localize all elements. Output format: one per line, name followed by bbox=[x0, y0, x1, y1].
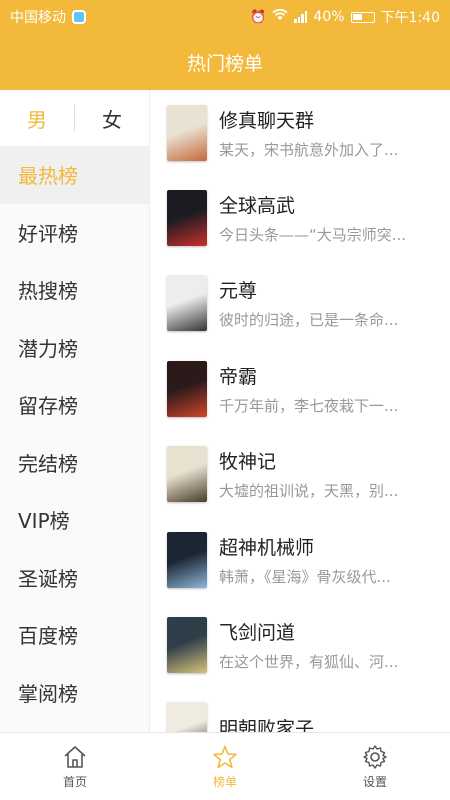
book-description: 在这个世界，有狐仙、河... bbox=[219, 653, 399, 672]
book-description: 彼时的归途，已是一条命... bbox=[219, 311, 399, 330]
status-time: 下午1:40 bbox=[380, 10, 440, 26]
book-cover bbox=[167, 702, 207, 732]
book-cover bbox=[167, 190, 207, 247]
nav-home[interactable]: 首页 bbox=[0, 733, 150, 800]
book-title: 帝霸 bbox=[219, 365, 258, 388]
sidebar-item-hot-search[interactable]: 热搜榜 bbox=[0, 261, 149, 319]
book-row[interactable]: 帝霸千万年前，李七夜栽下一... bbox=[151, 346, 450, 431]
status-right: ⏰ 40% 下午1:40 bbox=[250, 7, 440, 27]
carrier-label: 中国移动 bbox=[10, 10, 66, 26]
book-description: 今日头条——“大马宗师突... bbox=[219, 226, 407, 245]
book-cover bbox=[167, 531, 207, 588]
book-row[interactable]: 超神机械师韩萧，《星海》骨灰级代... bbox=[151, 517, 450, 602]
category-sidebar: 男 女 最热榜 好评榜 热搜榜 潜力榜 留存榜 完结榜 VIP榜 圣诞榜 百度榜… bbox=[0, 90, 150, 732]
sidebar-item-vip[interactable]: VIP榜 bbox=[0, 491, 149, 549]
book-row[interactable]: 元尊彼时的归途，已是一条命... bbox=[151, 261, 450, 346]
battery-icon bbox=[350, 11, 375, 23]
nav-home-label: 首页 bbox=[62, 774, 87, 789]
book-info: 牧神记大墟的祖训说，天黑，别... bbox=[219, 447, 450, 501]
tab-male[interactable]: 男 bbox=[0, 104, 74, 133]
notification-icon bbox=[72, 10, 86, 24]
header: 热门榜单 bbox=[0, 34, 450, 90]
book-description: 大墟的祖训说，天黑，别... bbox=[219, 482, 399, 501]
book-cover bbox=[167, 275, 207, 332]
gear-icon bbox=[363, 744, 387, 769]
gender-tabs: 男 女 bbox=[0, 90, 149, 146]
book-row[interactable]: 牧神记大墟的祖训说，天黑，别... bbox=[151, 432, 450, 517]
sidebar-item-potential[interactable]: 潜力榜 bbox=[0, 319, 149, 377]
book-description: 千万年前，李七夜栽下一... bbox=[219, 396, 399, 415]
book-info: 帝霸千万年前，李七夜栽下一... bbox=[219, 362, 450, 416]
book-info: 修真聊天群某天，宋书航意外加入了... bbox=[219, 106, 450, 160]
book-title: 全球高武 bbox=[219, 195, 296, 218]
bottom-nav: 首页 榜单 设置 bbox=[0, 732, 450, 800]
book-title: 元尊 bbox=[219, 280, 258, 303]
status-left: 中国移动 bbox=[10, 7, 86, 27]
page-title: 热门榜单 bbox=[186, 52, 263, 75]
sidebar-item-good-reviews[interactable]: 好评榜 bbox=[0, 204, 149, 262]
nav-rankings[interactable]: 榜单 bbox=[150, 733, 300, 800]
book-info: 元尊彼时的归途，已是一条命... bbox=[219, 276, 450, 330]
book-cover bbox=[167, 360, 207, 417]
book-info: 明朝败家子 bbox=[219, 714, 450, 732]
sidebar-item-retention[interactable]: 留存榜 bbox=[0, 376, 149, 434]
star-icon bbox=[213, 745, 237, 768]
book-cover bbox=[167, 446, 207, 503]
book-row[interactable]: 全球高武今日头条——“大马宗师突... bbox=[151, 175, 450, 260]
nav-settings-label: 设置 bbox=[362, 774, 387, 789]
book-row[interactable]: 明朝败家子 bbox=[151, 688, 450, 732]
sidebar-item-zhangyue[interactable]: 掌阅榜 bbox=[0, 664, 149, 722]
book-title: 牧神记 bbox=[219, 451, 277, 474]
sidebar-item-baidu[interactable]: 百度榜 bbox=[0, 606, 149, 664]
alarm-icon: ⏰ bbox=[250, 9, 267, 25]
book-info: 飞剑问道在这个世界，有狐仙、河... bbox=[219, 618, 450, 672]
nav-rankings-label: 榜单 bbox=[212, 774, 237, 789]
book-title: 飞剑问道 bbox=[219, 622, 296, 645]
status-bar: 中国移动 ⏰ 40% 下午1:40 bbox=[0, 0, 450, 34]
book-info: 全球高武今日头条——“大马宗师突... bbox=[219, 191, 450, 245]
tab-female[interactable]: 女 bbox=[75, 104, 149, 133]
book-description: 韩萧，《星海》骨灰级代... bbox=[219, 567, 391, 586]
book-title: 明朝败家子 bbox=[219, 717, 315, 732]
sidebar-item-christmas[interactable]: 圣诞榜 bbox=[0, 549, 149, 607]
book-title: 修真聊天群 bbox=[219, 109, 315, 132]
signal-icon bbox=[294, 11, 308, 23]
sidebar-item-hottest[interactable]: 最热榜 bbox=[0, 146, 149, 204]
book-list: 修真聊天群某天，宋书航意外加入了... 全球高武今日头条——“大马宗师突... 元尊… bbox=[151, 90, 450, 732]
sidebar-item-completed[interactable]: 完结榜 bbox=[0, 434, 149, 492]
battery-percent: 40% bbox=[313, 9, 345, 25]
book-cover bbox=[167, 617, 207, 674]
book-title: 超神机械师 bbox=[219, 536, 315, 559]
nav-settings[interactable]: 设置 bbox=[300, 733, 450, 800]
home-icon bbox=[64, 745, 86, 768]
book-cover bbox=[167, 104, 207, 161]
book-info: 超神机械师韩萧，《星海》骨灰级代... bbox=[219, 533, 450, 587]
book-row[interactable]: 飞剑问道在这个世界，有狐仙、河... bbox=[151, 602, 450, 687]
wifi-icon bbox=[272, 8, 289, 25]
book-description: 某天，宋书航意外加入了... bbox=[219, 140, 399, 159]
book-row[interactable]: 修真聊天群某天，宋书航意外加入了... bbox=[151, 90, 450, 175]
